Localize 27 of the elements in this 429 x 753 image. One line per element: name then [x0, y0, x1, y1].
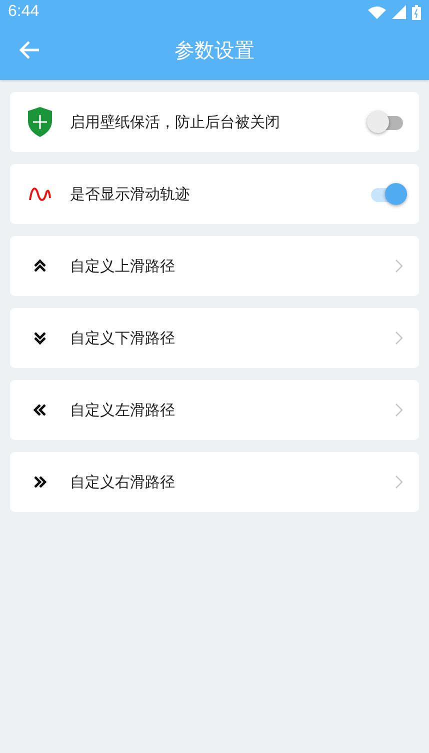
- setting-label: 启用壁纸保活，防止后台被关闭: [70, 112, 280, 132]
- chevron-right-icon: [395, 475, 403, 489]
- setting-label: 自定义上滑路径: [70, 256, 175, 276]
- double-chevron-down-icon: [33, 331, 47, 345]
- signal-icon: [392, 5, 406, 19]
- chevron-right-icon: [395, 331, 403, 345]
- setting-row[interactable]: 自定义右滑路径: [10, 452, 419, 512]
- chevron-right-icon: [395, 403, 403, 417]
- back-arrow-icon: [18, 40, 40, 60]
- setting-row[interactable]: 是否显示滑动轨迹: [10, 164, 419, 224]
- setting-label: 自定义右滑路径: [70, 472, 175, 492]
- setting-row[interactable]: 自定义左滑路径: [10, 380, 419, 440]
- wifi-icon: [368, 6, 386, 18]
- double-chevron-right-icon: [33, 475, 47, 489]
- status-time: 6:44: [8, 3, 40, 21]
- page-title: 参数设置: [174, 36, 254, 64]
- battery-icon: [412, 4, 421, 20]
- setting-label: 自定义下滑路径: [70, 328, 175, 348]
- setting-row[interactable]: 自定义上滑路径: [10, 236, 419, 296]
- setting-label: 自定义左滑路径: [70, 400, 175, 420]
- double-chevron-left-icon: [33, 403, 47, 417]
- setting-row[interactable]: 自定义下滑路径: [10, 308, 419, 368]
- chevron-right-icon: [395, 259, 403, 273]
- setting-row[interactable]: 启用壁纸保活，防止后台被关闭: [10, 92, 419, 152]
- setting-label: 是否显示滑动轨迹: [70, 184, 190, 204]
- shield-icon: [27, 106, 53, 138]
- double-chevron-up-icon: [33, 259, 47, 273]
